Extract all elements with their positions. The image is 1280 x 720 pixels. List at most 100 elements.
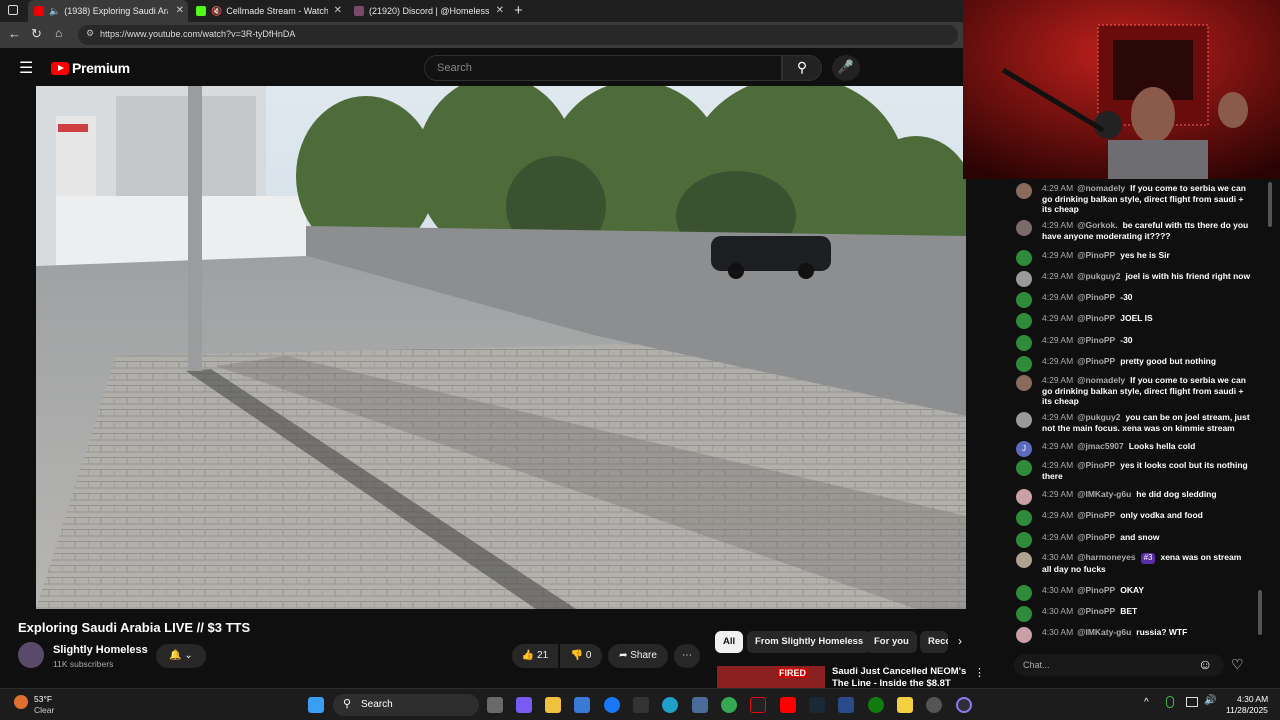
chip-from-channel[interactable]: From Slightly Homeless [747, 631, 872, 653]
taskbar-search[interactable]: ⚲ Search [333, 694, 479, 716]
chat-avatar[interactable] [1016, 313, 1032, 329]
youtube-icon[interactable] [780, 697, 796, 713]
windows-start-icon[interactable] [308, 697, 324, 713]
task-view-icon[interactable] [487, 697, 503, 713]
chat-author[interactable]: @PinoPP [1077, 356, 1115, 366]
clock-time[interactable]: 4:30 AM [1237, 694, 1268, 704]
obs-icon[interactable] [956, 697, 972, 713]
store-icon[interactable] [574, 697, 590, 713]
network-icon[interactable] [1186, 697, 1198, 707]
chat-author[interactable]: @PinoPP [1077, 250, 1115, 260]
chat-avatar[interactable] [1016, 250, 1032, 266]
emoji-icon[interactable]: ☺ [1198, 656, 1212, 672]
youtube-logo[interactable]: Premium [51, 60, 130, 76]
volume-icon[interactable]: 🔊 [1204, 695, 1216, 706]
chat-avatar[interactable] [1016, 532, 1032, 548]
chrome-icon[interactable] [721, 697, 737, 713]
chat-author[interactable]: @Gorkok. [1077, 220, 1117, 230]
chat-author[interactable]: @PinoPP [1077, 313, 1115, 323]
recommended-thumbnail[interactable]: FIRED [717, 666, 825, 688]
netflix-icon[interactable] [750, 697, 766, 713]
chat-author[interactable]: @PinoPP [1077, 335, 1115, 345]
chat-scrollbar-thumb[interactable] [1268, 182, 1272, 227]
chat-avatar[interactable] [1016, 271, 1032, 287]
close-tab-icon[interactable]: ✕ [176, 5, 184, 16]
chat-author[interactable]: @PinoPP [1077, 292, 1115, 302]
calculator-icon[interactable] [692, 697, 708, 713]
edge-icon[interactable] [662, 697, 678, 713]
chat-author[interactable]: @PinoPP [1077, 606, 1115, 616]
microphone-tray-icon[interactable] [1166, 696, 1174, 708]
chip-all[interactable]: All [715, 631, 744, 653]
chat-avatar[interactable] [1016, 552, 1032, 568]
close-tab-icon[interactable]: ✕ [334, 5, 342, 16]
heart-icon[interactable]: ♡ [1231, 656, 1244, 673]
chat-avatar[interactable] [1016, 183, 1032, 199]
facebook-icon[interactable] [604, 697, 620, 713]
chat-author[interactable]: @PinoPP [1077, 510, 1115, 520]
app-icon[interactable] [838, 697, 854, 713]
file-explorer-icon[interactable] [545, 697, 561, 713]
back-icon[interactable]: ← [8, 26, 21, 41]
like-button[interactable]: 👍 21 [512, 644, 558, 668]
recommended-title[interactable]: Saudi Just Cancelled NEOM's The Line - I… [832, 666, 966, 688]
amazon-icon[interactable] [633, 697, 649, 713]
chat-author[interactable]: @jmac5907 [1077, 441, 1124, 451]
chat-author[interactable]: @pukguy2 [1077, 271, 1120, 281]
chip-for-you[interactable]: For you [866, 631, 917, 653]
more-actions-button[interactable]: ⋯ [674, 644, 700, 668]
hamburger-menu-icon[interactable]: ☰ [19, 58, 33, 78]
chat-author[interactable]: @harmoneyes [1077, 552, 1135, 562]
browser-menu-icon[interactable] [8, 5, 18, 15]
voice-search-button[interactable]: 🎤 [832, 55, 860, 81]
chip-recent[interactable]: Reco [920, 631, 948, 653]
address-bar[interactable]: ⚙ https://www.youtube.com/watch?v=3R-tyD… [78, 25, 958, 45]
chat-author[interactable]: @pukguy2 [1077, 412, 1120, 422]
chat-avatar[interactable] [1016, 356, 1032, 372]
chat-avatar[interactable] [1016, 627, 1032, 643]
chat-avatar[interactable] [1016, 510, 1032, 526]
notifications-button[interactable]: 🔔 ⌄ [156, 644, 206, 668]
steam-icon[interactable] [809, 697, 825, 713]
xbox-icon[interactable] [868, 697, 884, 713]
video-player[interactable] [36, 86, 966, 609]
chat-author[interactable]: @nomadely [1077, 183, 1125, 193]
close-tab-icon[interactable]: ✕ [496, 5, 504, 16]
tray-chevron-icon[interactable]: ^ [1144, 697, 1149, 708]
new-tab-icon[interactable]: + [514, 2, 523, 19]
dislike-button[interactable]: 👎 0 [560, 644, 602, 668]
chat-avatar[interactable] [1016, 220, 1032, 236]
chat-avatar[interactable] [1016, 606, 1032, 622]
chat-avatar[interactable] [1016, 335, 1032, 351]
chat-avatar[interactable] [1016, 412, 1032, 428]
channel-name[interactable]: Slightly Homeless [53, 644, 148, 656]
chat-avatar[interactable] [1016, 292, 1032, 308]
notes-icon[interactable] [897, 697, 913, 713]
site-info-icon[interactable]: ⚙ [86, 28, 94, 39]
share-button[interactable]: ➦ Share [608, 644, 668, 668]
chat-author[interactable]: @PinoPP [1077, 532, 1115, 542]
channel-avatar[interactable] [18, 642, 44, 668]
home-icon[interactable]: ⌂ [55, 26, 62, 40]
copilot-icon[interactable] [516, 697, 532, 713]
tab-kick[interactable]: 🔇 Cellmade Stream - Watch Li ✕ [190, 0, 346, 22]
chat-author[interactable]: @IMKaty-g6u [1077, 489, 1131, 499]
chat-scrollbar-thumb-lower[interactable] [1258, 590, 1262, 635]
reload-icon[interactable]: ↻ [31, 26, 42, 42]
chat-avatar[interactable]: J [1016, 441, 1032, 457]
search-input[interactable]: Search [424, 55, 782, 81]
chat-input[interactable]: Chat... [1014, 654, 1224, 676]
search-button[interactable]: ⚲ [782, 55, 822, 81]
tab-youtube[interactable]: 🔈 (1938) Exploring Saudi Arabi ✕ [28, 0, 188, 22]
chat-avatar[interactable] [1016, 489, 1032, 505]
tab-discord[interactable]: (21920) Discord | @Homeless ✕ [348, 0, 508, 22]
weather-temp[interactable]: 53°F [34, 694, 52, 704]
chat-avatar[interactable] [1016, 375, 1032, 391]
chat-avatar[interactable] [1016, 460, 1032, 476]
chat-author[interactable]: @nomadely [1077, 375, 1125, 385]
chevron-right-icon[interactable]: › [958, 634, 962, 648]
chat-author[interactable]: @PinoPP [1077, 585, 1115, 595]
settings-icon[interactable] [926, 697, 942, 713]
chat-author[interactable]: @IMKaty-g6u [1077, 627, 1131, 637]
chat-avatar[interactable] [1016, 585, 1032, 601]
